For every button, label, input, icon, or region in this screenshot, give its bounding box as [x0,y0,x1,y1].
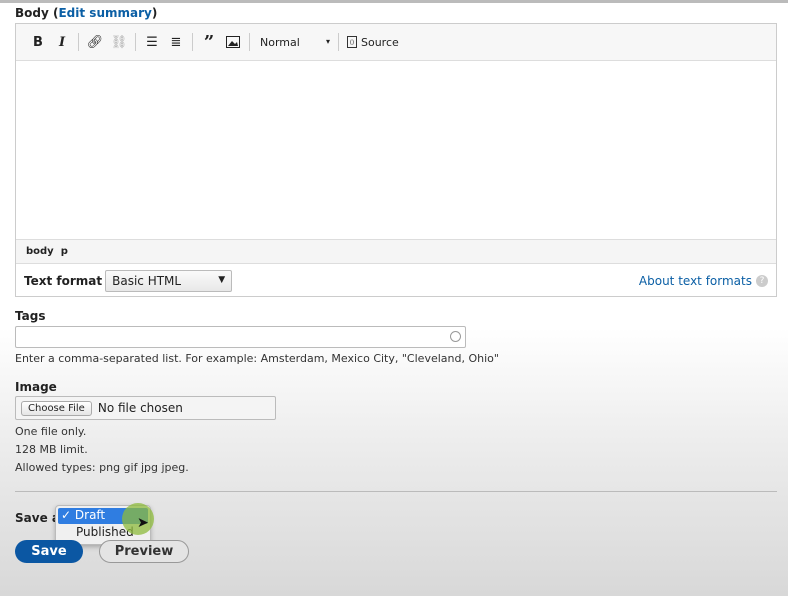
path-item[interactable]: body [26,246,54,257]
editor-toolbar: B I 🔗︎ ⛓︎ ☰ ≣ ” Normal ▾ ⟨⟩ Source [16,24,776,61]
link-icon[interactable]: 🔗︎ [83,30,107,54]
image-help: 128 MB limit. [15,443,88,456]
image-help: Allowed types: png gif jpg jpeg. [15,461,189,474]
body-label-text: Body [15,6,49,20]
dropdown-arrow-icon: ▾ [325,36,330,46]
italic-button[interactable]: I [50,30,74,54]
source-icon: ⟨⟩ [347,36,357,48]
tags-label: Tags [15,309,46,323]
element-path: body p [16,239,776,264]
separator [249,33,250,51]
image-icon[interactable] [221,30,245,54]
save-button[interactable]: Save [15,540,83,563]
choose-file-button[interactable]: Choose File [21,400,92,416]
path-item[interactable]: p [61,246,68,257]
numbered-list-icon[interactable]: ≣ [164,30,188,54]
divider [15,491,777,492]
blockquote-icon[interactable]: ” [197,30,221,54]
text-format-value: Basic HTML [112,273,182,288]
heading-select-value: Normal [260,35,300,49]
dropdown-arrow-icon: ▼ [218,274,226,285]
file-status: No file chosen [97,401,183,415]
top-divider [0,0,788,3]
edit-summary-link[interactable]: Edit summary [58,6,151,20]
source-label: Source [361,35,399,49]
tags-help: Enter a comma-separated list. For exampl… [15,352,499,365]
checkmark-icon: ✓ [61,508,72,522]
separator [78,33,79,51]
help-icon[interactable]: ? [756,274,768,287]
image-help: One file only. [15,425,87,438]
about-text-formats-link[interactable]: About text formats [639,274,752,288]
unlink-icon[interactable]: ⛓︎ [107,30,131,54]
preview-button[interactable]: Preview [99,540,189,563]
source-button[interactable]: ⟨⟩ Source [343,36,399,49]
separator [338,33,339,51]
text-format-label: Text format [24,273,103,288]
option-label: Draft [74,508,106,522]
bulleted-list-icon[interactable]: ☰ [140,30,164,54]
image-file-input[interactable]: Choose File No file chosen [15,396,276,420]
editor-content-area[interactable] [16,61,776,238]
mouse-cursor-icon: ➤ [137,515,149,531]
text-format-select[interactable]: Basic HTML ▼ [105,269,233,292]
bold-button[interactable]: B [26,30,50,54]
image-label: Image [15,380,57,394]
body-editor: B I 🔗︎ ⛓︎ ☰ ≣ ” Normal ▾ ⟨⟩ Source body p … [15,23,777,297]
tags-input[interactable] [15,326,466,348]
heading-select[interactable]: Normal ▾ [254,36,334,49]
body-label: Body (Edit summary) [15,6,158,20]
text-format-row: Text format Basic HTML ▼ About text forma… [16,264,776,297]
separator [135,33,136,51]
autocomplete-icon [450,331,461,342]
separator [192,33,193,51]
